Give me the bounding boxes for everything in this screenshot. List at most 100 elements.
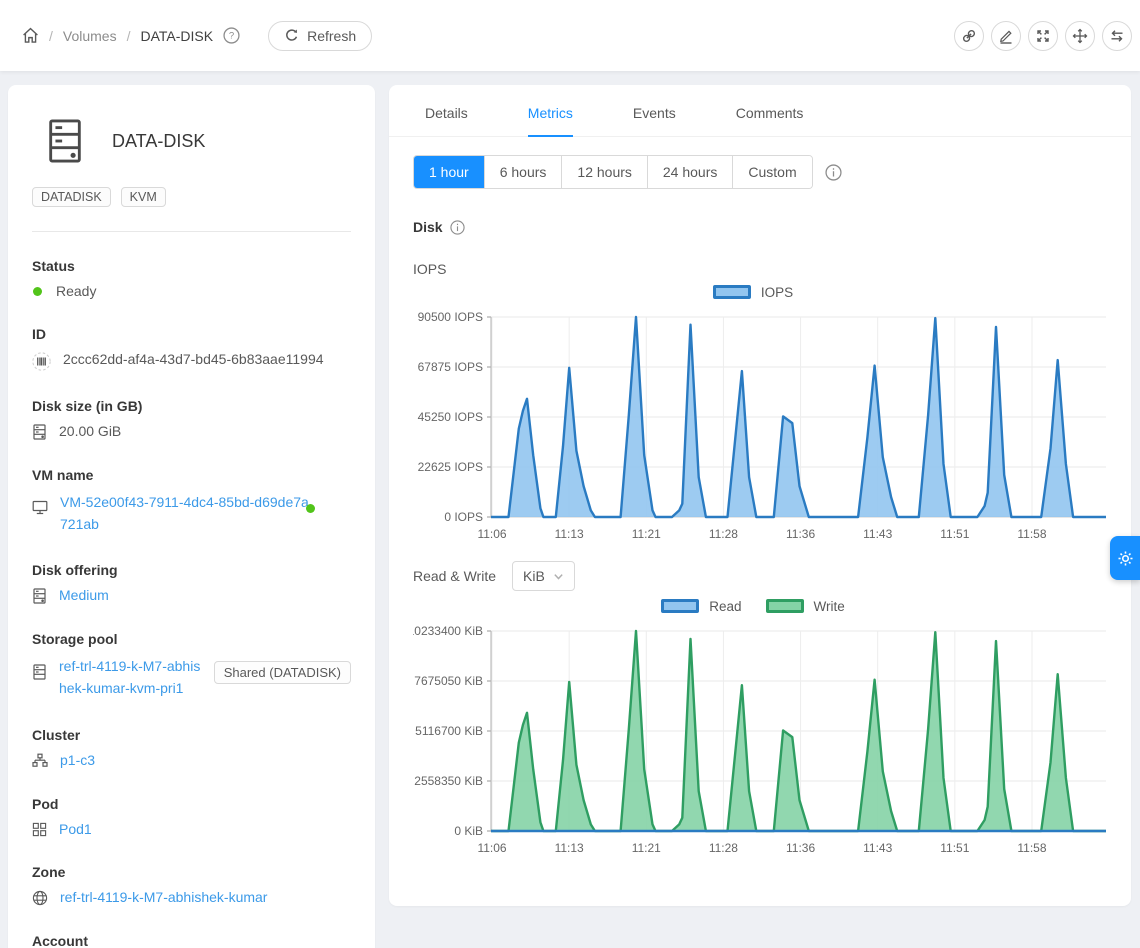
disk-icon (32, 424, 47, 440)
cluster-link[interactable]: p1-c3 (60, 752, 95, 768)
volume-icon (44, 117, 86, 165)
breadcrumb-separator: / (49, 28, 53, 44)
disk-icon (32, 588, 47, 604)
refresh-label: Refresh (307, 28, 356, 44)
storage-pool-link[interactable]: ref-trl-4119-k-M7-abhishek-kumar-kvm-pri… (59, 656, 202, 699)
time-range-row: 1 hour 6 hours 12 hours 24 hours Custom (413, 155, 1107, 189)
move-arrows-icon (1072, 28, 1088, 44)
vm-icon (32, 500, 48, 515)
range-12-hours-button[interactable]: 12 hours (561, 156, 646, 188)
field-disk-size: Disk size (in GB) 20.00 GiB (32, 398, 351, 440)
svg-text:11:36: 11:36 (786, 841, 815, 855)
disk-section-title: Disk (413, 219, 1107, 235)
swap-arrows-icon (1109, 28, 1125, 44)
home-icon[interactable] (22, 27, 39, 44)
svg-text:11:21: 11:21 (632, 527, 661, 541)
svg-text:0 KiB: 0 KiB (454, 824, 483, 838)
refresh-button[interactable]: Refresh (268, 21, 372, 51)
legend-label[interactable]: Write (814, 599, 845, 614)
vm-name-link[interactable]: VM-52e00f43-7911-4dc4-85bd-d69de7a721ab (60, 492, 312, 535)
storage-pool-label: Storage pool (32, 631, 351, 647)
info-circle-icon[interactable] (825, 164, 842, 181)
legend-swatch[interactable] (766, 599, 804, 613)
resize-volume-button[interactable] (1028, 21, 1058, 51)
breadcrumb: / Volumes / DATA-DISK ? Refresh (22, 21, 372, 51)
edit-volume-button[interactable] (991, 21, 1021, 51)
range-6-hours-button[interactable]: 6 hours (484, 156, 562, 188)
disk-section-label: Disk (413, 219, 443, 235)
legend-label[interactable]: Read (709, 599, 741, 614)
migrate-storage-button[interactable] (1102, 21, 1132, 51)
info-circle-icon[interactable] (450, 220, 465, 235)
migrate-volume-button[interactable] (1065, 21, 1095, 51)
field-status: Status Ready (32, 258, 351, 299)
range-1-hour-button[interactable]: 1 hour (414, 156, 484, 188)
svg-text:11:13: 11:13 (555, 527, 584, 541)
attach-volume-button[interactable] (954, 21, 984, 51)
zone-link[interactable]: ref-trl-4119-k-M7-abhishek-kumar (60, 889, 267, 905)
svg-text:11:58: 11:58 (1017, 527, 1046, 541)
svg-text:90500 IOPS: 90500 IOPS (418, 310, 483, 324)
rw-legend: Read Write (413, 595, 1107, 617)
field-id: ID 2ccc62dd-af4a-43d7-bd45-6b83aae11994 (32, 326, 351, 371)
vm-name-label: VM name (32, 467, 351, 483)
field-storage-pool: Storage pool ref-trl-4119-k-M7-abhishek-… (32, 631, 351, 699)
tab-bar: Details Metrics Events Comments (389, 85, 1131, 137)
svg-text:11:36: 11:36 (786, 527, 815, 541)
link-icon (961, 28, 977, 44)
iops-chart: 90500 IOPS67875 IOPS45250 IOPS22625 IOPS… (413, 305, 1107, 547)
svg-text:10233400 KiB: 10233400 KiB (413, 624, 483, 638)
settings-fab-button[interactable] (1110, 536, 1140, 580)
disk-offering-link[interactable]: Medium (59, 587, 109, 603)
tab-comments[interactable]: Comments (736, 85, 804, 136)
volume-type-tag: DATADISK (32, 187, 111, 207)
range-custom-button[interactable]: Custom (732, 156, 811, 188)
unit-select[interactable]: KiB (512, 561, 575, 591)
breadcrumb-volumes-link[interactable]: Volumes (63, 28, 117, 44)
barcode-icon (32, 352, 51, 371)
volume-info-card: DATA-DISK DATADISK KVM Status Ready ID (8, 85, 375, 948)
legend-label[interactable]: IOPS (761, 285, 793, 300)
legend-swatch[interactable] (661, 599, 699, 613)
iops-chart-title: IOPS (413, 261, 1107, 277)
tab-metrics[interactable]: Metrics (528, 85, 573, 136)
range-24-hours-button[interactable]: 24 hours (647, 156, 732, 188)
svg-text:22625 IOPS: 22625 IOPS (418, 460, 483, 474)
svg-text:11:51: 11:51 (940, 527, 969, 541)
svg-text:?: ? (229, 31, 234, 42)
svg-text:11:51: 11:51 (940, 841, 969, 855)
help-icon[interactable]: ? (223, 27, 240, 44)
status-value: Ready (56, 283, 96, 299)
id-value: 2ccc62dd-af4a-43d7-bd45-6b83aae11994 (63, 351, 324, 367)
volume-detail-card: Details Metrics Events Comments 1 hour 6… (389, 85, 1131, 906)
expand-arrows-icon (1035, 28, 1051, 44)
field-cluster: Cluster p1-c3 (32, 727, 351, 769)
cluster-label: Cluster (32, 727, 351, 743)
svg-text:11:43: 11:43 (863, 841, 892, 855)
svg-text:45250 IOPS: 45250 IOPS (418, 410, 483, 424)
rw-chart: 10233400 KiB7675050 KiB5116700 KiB255835… (413, 619, 1107, 861)
divider (32, 231, 351, 232)
svg-text:11:21: 11:21 (632, 841, 661, 855)
pod-link[interactable]: Pod1 (59, 821, 92, 837)
field-vm-name: VM name VM-52e00f43-7911-4dc4-85bd-d69de… (32, 467, 351, 535)
breadcrumb-separator: / (127, 28, 131, 44)
legend-swatch[interactable] (713, 285, 751, 299)
storage-icon (32, 664, 47, 680)
svg-text:5116700 KiB: 5116700 KiB (415, 724, 483, 738)
tab-details[interactable]: Details (425, 85, 468, 136)
svg-text:7675050 KiB: 7675050 KiB (414, 674, 483, 688)
chevron-down-icon (553, 571, 564, 582)
svg-text:11:28: 11:28 (709, 841, 738, 855)
hypervisor-tag: KVM (121, 187, 166, 207)
vm-status-dot (306, 504, 315, 513)
tag-row: DATADISK KVM (32, 187, 351, 207)
globe-icon (32, 890, 48, 906)
field-disk-offering: Disk offering Medium (32, 562, 351, 604)
field-zone: Zone ref-trl-4119-k-M7-abhishek-kumar (32, 864, 351, 906)
id-label: ID (32, 326, 351, 342)
field-account: Account admin (32, 933, 351, 948)
tab-events[interactable]: Events (633, 85, 676, 136)
svg-text:11:28: 11:28 (709, 527, 738, 541)
breadcrumb-current: DATA-DISK (140, 28, 213, 44)
